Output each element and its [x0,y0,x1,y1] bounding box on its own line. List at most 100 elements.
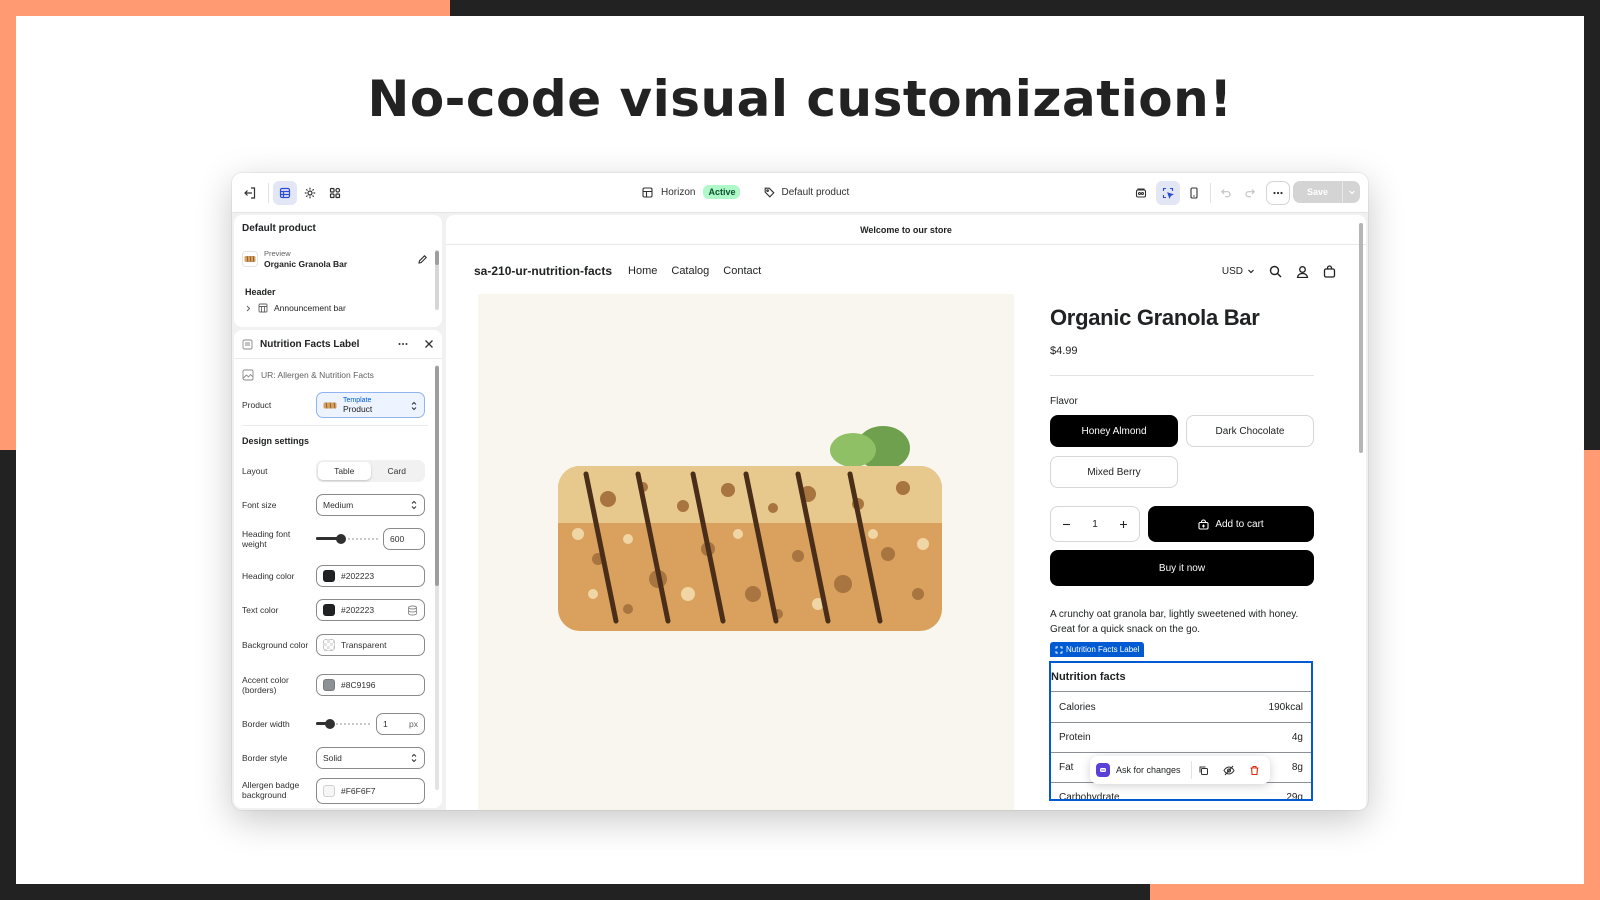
accent-color-row: Accent color (borders) #8C9196 [242,672,428,698]
border-width-slider[interactable] [316,719,371,729]
slider-handle[interactable] [324,719,335,729]
slider-handle[interactable] [335,534,346,544]
quantity-stepper: 1 [1050,506,1140,542]
heading-weight-slider[interactable] [316,534,378,544]
redo-icon[interactable] [1238,181,1262,205]
border-width-input[interactable]: 1 px [376,713,425,735]
heading-weight-row: Heading font weight 600 [242,526,428,552]
background-color-field[interactable]: Transparent [316,634,425,656]
color-swatch[interactable] [323,604,335,616]
select-chevron-icon [411,753,417,763]
nutrient-value: 8g [1291,762,1303,773]
accent-color-field[interactable]: #8C9196 [316,674,425,696]
layout-option-card[interactable]: Card [371,462,424,480]
app-name: UR: Allergen & Nutrition Facts [261,370,374,380]
nutrient-value: 190kcal [1268,701,1303,713]
nutrition-title: Nutrition facts [1051,671,1126,683]
announcement-bar-item[interactable]: Announcement bar [245,303,346,313]
font-size-value: Medium [323,500,354,510]
allergen-bg-value: #F6F6F7 [341,786,376,796]
border-style-select[interactable]: Solid [316,747,425,769]
template-name: Default product [781,186,850,198]
mobile-view-icon[interactable] [1182,181,1206,205]
sections-icon[interactable] [273,181,297,205]
table-row: Carbohydrate 29g [1051,782,1311,799]
duplicate-icon[interactable] [1198,765,1209,776]
divider [234,358,442,359]
undo-icon[interactable] [1214,181,1238,205]
app-image-icon [242,369,254,381]
heading-weight-input[interactable]: 600 [383,528,425,550]
granola-bar-illustration [558,426,942,631]
store-brand[interactable]: sa-210-ur-nutrition-facts [474,264,612,278]
layout-label: Layout [242,466,268,476]
flavor-option-dark-chocolate[interactable]: Dark Chocolate [1186,415,1314,447]
allergen-bg-field[interactable]: #F6F6F7 [316,778,425,804]
select-element-icon[interactable] [1156,181,1180,205]
currency-selector[interactable]: USD [1222,266,1255,277]
database-icon[interactable] [407,605,418,616]
plus-icon[interactable] [1119,520,1128,529]
delete-icon[interactable] [1249,765,1260,776]
chevron-right-icon[interactable] [245,305,252,312]
selected-block-tag[interactable]: Nutrition Facts Label [1050,642,1145,657]
flavor-option-mixed-berry[interactable]: Mixed Berry [1050,456,1178,488]
search-icon[interactable] [1269,265,1282,278]
template-selector[interactable]: Default product [764,187,849,198]
product-image[interactable] [478,294,1014,810]
nav-catalog[interactable]: Catalog [671,265,709,277]
transparent-swatch[interactable] [323,639,335,651]
preview-product-selector[interactable]: Preview Organic Granola Bar [242,246,428,272]
product-label: Product [242,400,272,410]
font-size-label: Font size [242,500,277,510]
hide-eye-icon[interactable] [1222,765,1235,776]
sections-scrollbar-thumb[interactable] [435,251,439,265]
minus-icon[interactable] [1062,520,1071,529]
chevron-down-icon [1248,269,1254,274]
heading-color-field[interactable]: #202223 [316,565,425,587]
flavor-option-honey-almond[interactable]: Honey Almond [1050,415,1178,447]
preview-product-name: Organic Granola Bar [264,259,348,269]
preview-scrollbar[interactable] [1359,223,1363,453]
flavor-label: Flavor [1050,396,1078,407]
more-icon[interactable] [1266,181,1290,205]
color-swatch[interactable] [323,570,335,582]
theme-name[interactable]: Horizon [661,187,695,198]
divider [1050,375,1314,376]
nav-home[interactable]: Home [628,265,657,277]
save-options-button[interactable] [1342,181,1360,203]
inspector-icon[interactable] [1129,181,1153,205]
store-header: sa-210-ur-nutrition-facts Home Catalog C… [474,261,1336,281]
apps-icon[interactable] [323,181,347,205]
settings-scrollbar-thumb[interactable] [435,366,439,586]
design-settings-heading: Design settings [242,436,310,446]
add-to-cart-button[interactable]: Add to cart [1148,506,1314,542]
color-swatch[interactable] [323,785,335,797]
layout-option-table[interactable]: Table [318,462,371,480]
purchase-row: 1 Add to cart [1050,506,1314,542]
table-row: Protein 4g [1051,722,1311,752]
buy-now-button[interactable]: Buy it now [1050,550,1314,586]
nav-contact[interactable]: Contact [723,265,761,277]
color-swatch[interactable] [323,679,335,691]
block-icon [242,339,253,349]
account-icon[interactable] [1296,265,1309,278]
border-width-label: Border width [242,719,290,729]
text-color-row: Text color #202223 [242,599,428,621]
font-size-select[interactable]: Medium [316,494,425,516]
edit-pencil-icon[interactable] [417,254,428,265]
save-button[interactable]: Save [1292,181,1342,203]
ask-for-changes-button[interactable]: Ask for changes [1116,765,1181,775]
selected-block-tag-label: Nutrition Facts Label [1066,645,1140,654]
quantity-value[interactable]: 1 [1092,519,1098,530]
block-more-icon[interactable] [397,338,409,350]
text-color-field[interactable]: #202223 [316,599,425,621]
exit-icon[interactable] [238,181,262,205]
settings-gear-icon[interactable] [298,181,322,205]
divider [1210,183,1211,203]
product-picker[interactable]: Template Product [316,392,425,418]
border-style-row: Border style Solid [242,747,428,769]
layout-row: Layout Table Card [242,460,428,482]
cart-icon[interactable] [1323,264,1336,278]
close-icon[interactable] [424,339,434,349]
